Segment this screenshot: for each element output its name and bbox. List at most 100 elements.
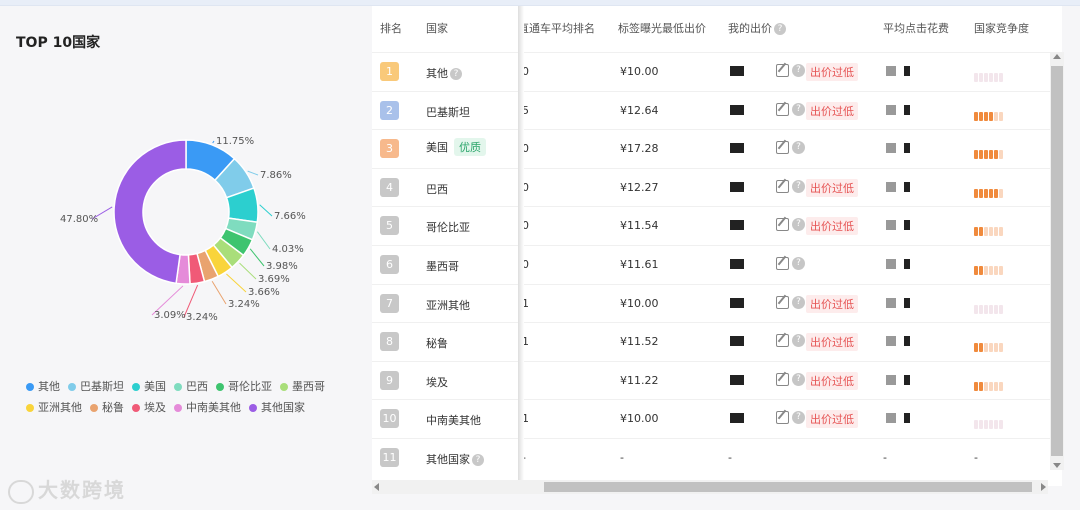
competition-segment (994, 420, 998, 430)
header-my-bid[interactable]: 我的出价? (728, 20, 786, 36)
legend-item[interactable]: 其他 (26, 376, 60, 397)
min-bid-value: ¥17.28 (620, 142, 659, 156)
donut-slice[interactable] (113, 139, 187, 285)
help-icon[interactable]: ? (792, 179, 805, 193)
rank-badge: 9 (380, 370, 399, 390)
help-icon[interactable]: ? (792, 295, 805, 309)
legend-item[interactable]: 中南美其他 (174, 397, 241, 418)
help-icon[interactable]: ? (774, 23, 786, 35)
redacted-cpc (886, 259, 896, 269)
redacted-cpc (904, 181, 910, 192)
scroll-right-icon[interactable] (1041, 483, 1046, 491)
competition-segment (994, 73, 998, 82)
help-icon[interactable]: ? (792, 141, 805, 155)
redacted-cpc (886, 66, 896, 76)
table-row[interactable]: 10 中南美其他 1 ¥10.00? 出价过低 (372, 399, 1052, 438)
header-avg-rank[interactable]: 直通车平均排名 (518, 20, 595, 36)
header-min-bid[interactable]: 标签曝光最低出价 (618, 20, 706, 36)
redacted-cpc (904, 374, 910, 385)
competition-segment (984, 381, 988, 391)
redacted-cpc (886, 181, 896, 192)
legend-dot-icon (280, 383, 288, 391)
table-row[interactable]: 1 其他? 0 ¥10.00? 出价过低 (372, 52, 1052, 91)
slice-label: 3.09% (154, 310, 186, 321)
competition-segment (979, 381, 983, 391)
competition-segment (989, 343, 993, 353)
table-row[interactable]: 4 巴西 0 ¥12.27? 出价过低 (372, 167, 1052, 207)
legend-label: 巴西 (186, 380, 208, 393)
scroll-left-icon[interactable] (374, 483, 379, 491)
table-row[interactable]: 3 美国 优质 0 ¥17.28? (372, 129, 1052, 168)
competition-segment (999, 111, 1003, 121)
edit-icon[interactable] (776, 179, 789, 193)
slice-label: 4.03% (272, 244, 304, 255)
rank-badge: 10 (380, 409, 399, 429)
edit-icon[interactable] (776, 102, 789, 116)
country-label: 其他国家 (426, 453, 470, 466)
legend-item[interactable]: 哥伦比亚 (216, 376, 272, 397)
table-row[interactable]: 9 埃及 ¥11.22? 出价过低 (372, 360, 1052, 400)
help-icon[interactable]: ? (792, 64, 805, 77)
help-icon[interactable]: ? (472, 454, 484, 466)
table-row[interactable]: 5 哥伦比亚 0 ¥11.54? 出价过低 (372, 206, 1052, 245)
header-rank[interactable]: 排名 (380, 20, 402, 36)
table-row[interactable]: 7 亚洲其他 1 ¥10.00? 出价过低 (372, 283, 1052, 323)
header-avg-cpc[interactable]: 平均点击花费 (883, 20, 949, 36)
min-bid-value: ¥11.22 (620, 373, 659, 387)
horizontal-scrollbar[interactable] (372, 480, 1048, 494)
competition-segment (989, 266, 993, 275)
legend-item[interactable]: 巴基斯坦 (68, 376, 124, 397)
legend-item[interactable]: 其他国家 (249, 397, 305, 418)
legend-item[interactable]: 埃及 (132, 397, 166, 418)
edit-icon[interactable] (776, 257, 789, 270)
competition-segment (974, 381, 978, 391)
help-icon[interactable]: ? (792, 411, 805, 425)
vertical-scrollbar[interactable] (1050, 52, 1064, 470)
table-row[interactable]: 2 巴基斯坦 5 ¥12.64? 出价过低 (372, 90, 1052, 130)
competition-segment (984, 420, 988, 430)
legend-label: 埃及 (144, 401, 166, 414)
scroll-down-icon[interactable] (1053, 463, 1061, 468)
competition-segment (994, 304, 998, 314)
country-name: 美国 优质 (426, 138, 486, 157)
competition-segment (984, 73, 988, 82)
scroll-up-icon[interactable] (1053, 54, 1061, 59)
help-icon[interactable]: ? (792, 102, 805, 116)
redacted-cpc (904, 413, 910, 424)
country-name: 墨西哥 (426, 258, 459, 274)
legend-item[interactable]: 亚洲其他 (26, 397, 82, 418)
help-icon[interactable]: ? (450, 68, 462, 80)
table-row[interactable]: 8 秘鲁 1 ¥11.52? 出价过低 (372, 322, 1052, 361)
table-row[interactable]: 11其他国家?----- (372, 438, 1052, 477)
edit-icon[interactable] (776, 411, 789, 425)
help-icon[interactable]: ? (792, 257, 805, 270)
redacted-cpc (904, 104, 910, 115)
help-icon[interactable]: ? (792, 218, 805, 232)
vertical-scroll-thumb[interactable] (1051, 66, 1063, 456)
competition-bar (974, 299, 1004, 318)
help-icon[interactable]: ? (792, 334, 805, 348)
edit-icon[interactable] (776, 295, 789, 309)
help-icon[interactable]: ? (792, 372, 805, 386)
legend-item[interactable]: 秘鲁 (90, 397, 124, 418)
horizontal-scroll-thumb[interactable] (544, 482, 1032, 492)
redacted-cpc (886, 336, 896, 347)
legend-item[interactable]: 美国 (132, 376, 166, 397)
header-competition[interactable]: 国家竞争度 (974, 20, 1029, 36)
competition-bar (974, 414, 1004, 433)
edit-icon[interactable] (776, 334, 789, 348)
competition-segment (979, 188, 983, 198)
country-label: 哥伦比亚 (426, 221, 470, 235)
redacted-cpc (904, 66, 910, 76)
legend-item[interactable]: 巴西 (174, 376, 208, 397)
competition-segment (974, 343, 978, 353)
competition-segment (984, 343, 988, 353)
edit-icon[interactable] (776, 218, 789, 232)
edit-icon[interactable] (776, 64, 789, 77)
header-country[interactable]: 国家 (426, 20, 448, 36)
legend-item[interactable]: 墨西哥 (280, 376, 325, 397)
edit-icon[interactable] (776, 372, 789, 386)
low-bid-tag: 出价过低 (806, 217, 858, 236)
edit-icon[interactable] (776, 141, 789, 155)
table-row[interactable]: 6 墨西哥 0 ¥11.61? (372, 245, 1052, 284)
